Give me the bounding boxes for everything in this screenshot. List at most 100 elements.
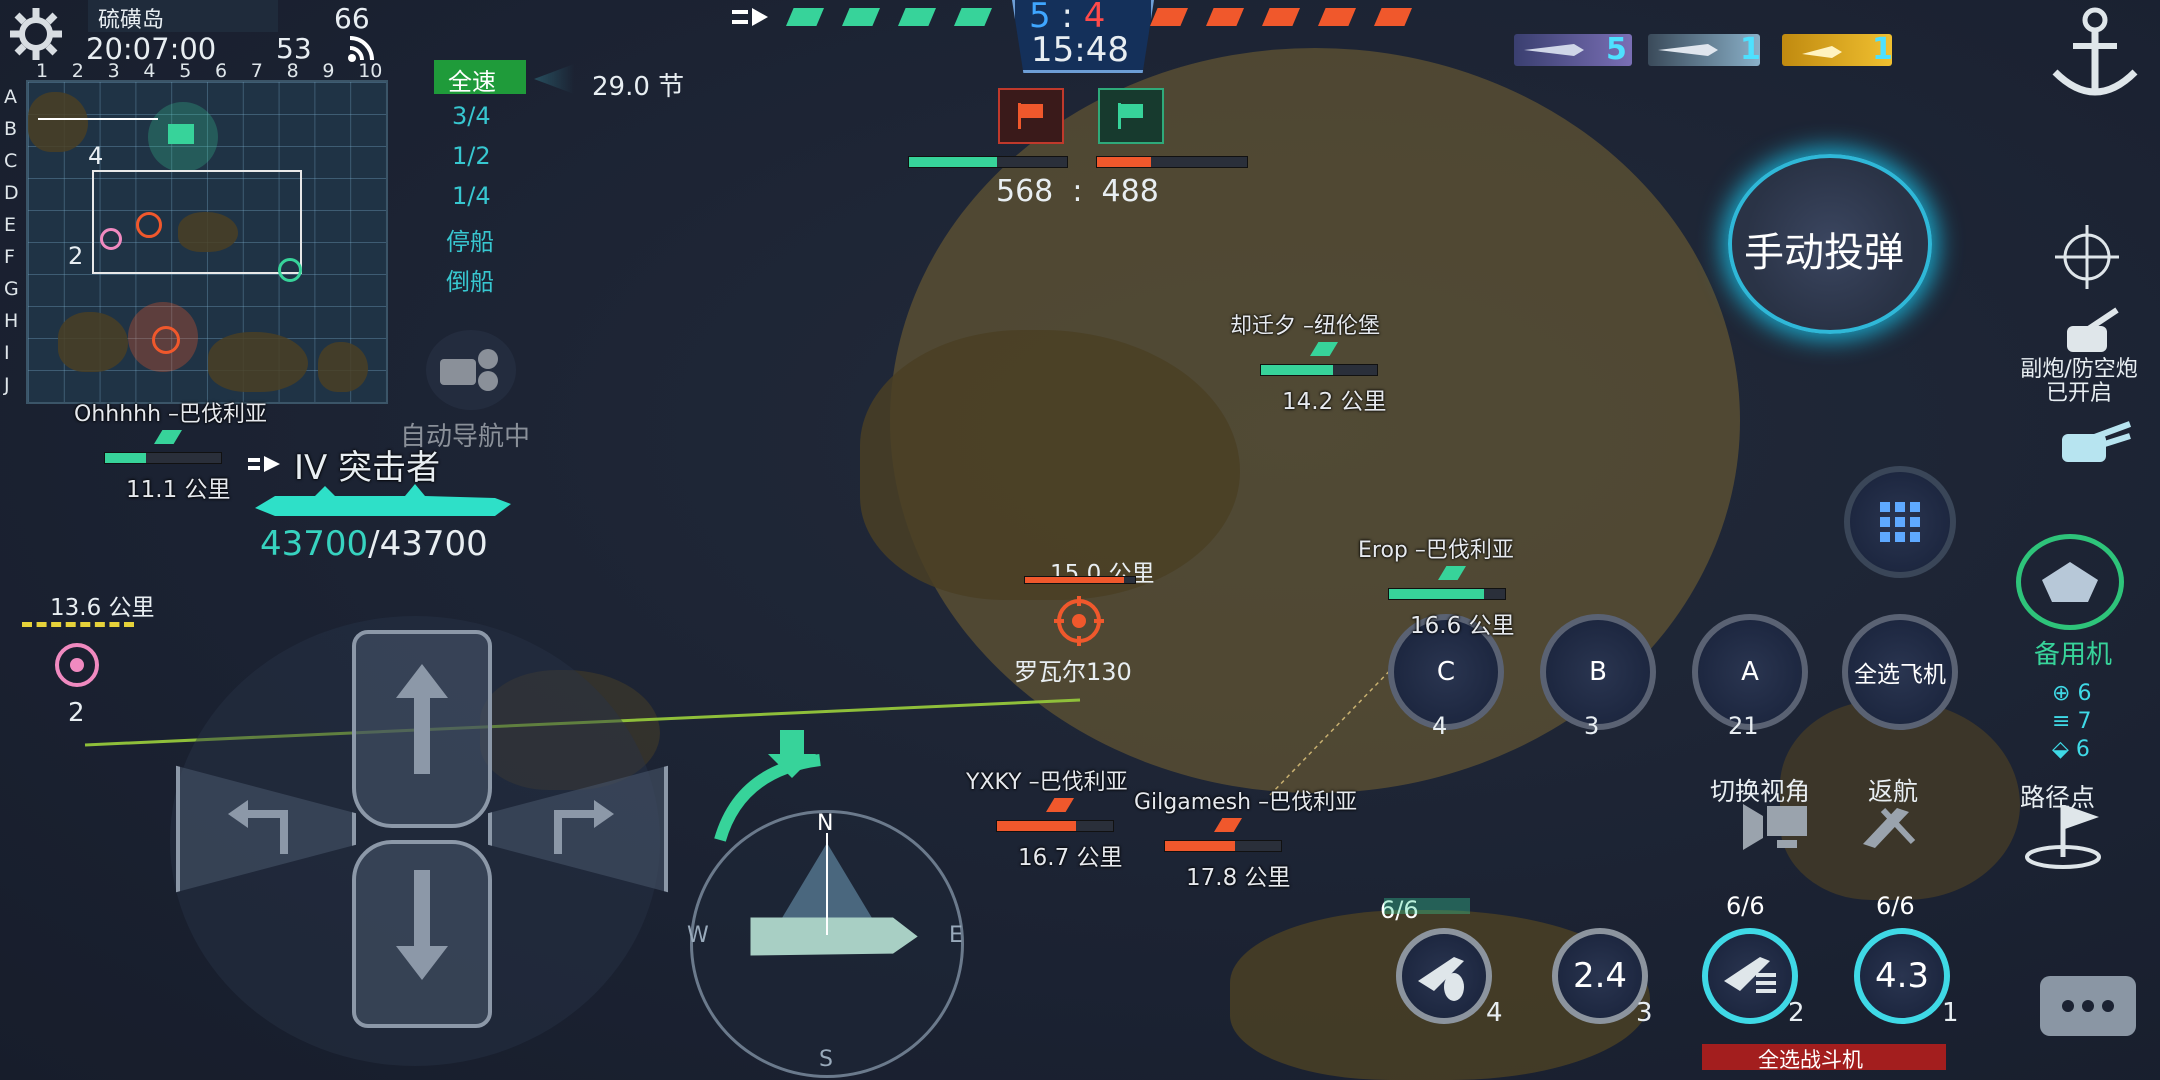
- fighter-plane-icon: [1658, 40, 1718, 60]
- minimap-island: [58, 312, 128, 372]
- speed-full-button[interactable]: 全速: [434, 60, 526, 96]
- enemy-base-flag-icon: [998, 88, 1064, 144]
- minimap-col-label: 8: [286, 60, 299, 82]
- speed-3-4-button[interactable]: 3/4: [452, 102, 491, 130]
- enemy-ship-pip-icon: [1318, 8, 1356, 26]
- plane-slot-2-cooldown: 2.4: [1572, 956, 1628, 996]
- reserve-planes-icon[interactable]: [2016, 534, 2124, 630]
- speed-stop-button[interactable]: 停船: [446, 222, 494, 257]
- plane-slot-3-count: 2: [1788, 998, 1805, 1028]
- return-plane-icon[interactable]: [1850, 796, 1940, 856]
- fighter-count-badge[interactable]: 1: [1648, 32, 1761, 67]
- select-all-fighters-button[interactable]: 全选战斗机: [1702, 1044, 1946, 1072]
- ally-ship-pip-icon: [954, 8, 992, 26]
- bomber-plane-icon: [1524, 40, 1584, 60]
- enemy-ship-marker: [136, 212, 162, 238]
- plane-slot-4-button[interactable]: 4.3: [1854, 928, 1950, 1024]
- chat-icon[interactable]: [2040, 976, 2136, 1036]
- minimap-row-label: C: [4, 150, 18, 172]
- select-all-planes-button[interactable]: 全选飞机: [1842, 614, 1958, 730]
- forward-button[interactable]: [352, 630, 492, 828]
- left-marker-distance: 13.6 公里: [50, 595, 155, 621]
- plane-slot-1-button[interactable]: [1396, 928, 1492, 1024]
- torpedo-plane-icon: [1802, 40, 1842, 60]
- minimap-col-label: 5: [179, 60, 192, 82]
- ship-distance: 16.7 公里: [1018, 845, 1123, 871]
- ship-label[interactable]: Ohhhhh –巴伐利亚 11.1 公里: [74, 396, 334, 506]
- compass-east: E: [949, 923, 963, 948]
- rudder-indicator-icon: [700, 730, 840, 850]
- target-hp-bar: [1024, 576, 1136, 584]
- plane-slot-2-button[interactable]: 2.4: [1552, 928, 1648, 1024]
- target-reticle-icon[interactable]: [1054, 596, 1104, 646]
- ship-name: 却迁夕 –纽伦堡: [1230, 314, 1380, 339]
- ship-hp-bar: [1260, 364, 1378, 376]
- minimap-marker-2: 2: [68, 242, 84, 270]
- minimap-col-label: 7: [250, 60, 263, 82]
- autopilot-camera-icon[interactable]: [426, 330, 516, 410]
- left-marker-bar: [22, 622, 134, 627]
- anchor-menu-icon[interactable]: [2040, 0, 2150, 110]
- arrow-up-icon: [396, 664, 448, 774]
- ship-type-icon: [1214, 818, 1242, 832]
- ally-ships-remaining: [786, 6, 1016, 30]
- ally-points-bar: [908, 156, 1068, 168]
- compass[interactable]: N S E W: [687, 810, 964, 1078]
- turn-right-arrow-icon: [554, 800, 614, 854]
- plane-slot-1-status-bar: [1384, 898, 1470, 914]
- ship-hp-bar: [1164, 840, 1282, 852]
- torpedo-bomber-count-badge[interactable]: 1: [1782, 32, 1893, 67]
- minimap-col-label: 1: [36, 60, 49, 82]
- settings-gear-icon[interactable]: [6, 4, 66, 64]
- enemy-ship-pip-icon: [1374, 8, 1412, 26]
- minimap[interactable]: 4 2: [26, 80, 388, 404]
- minimap-row-header: ABCDEFGHIJ: [0, 82, 22, 402]
- manual-bomb-button[interactable]: 手动投弹: [1728, 154, 1932, 334]
- minimap-island: [28, 92, 88, 152]
- ally-flag-icon: [168, 124, 194, 144]
- speed-reverse-button[interactable]: 倒船: [446, 262, 494, 297]
- ship-label[interactable]: 却迁夕 –纽伦堡 14.2 公里: [1230, 308, 1490, 418]
- enemy-ships-remaining: [1150, 6, 1430, 30]
- plane-slot-3-status: 6/6: [1726, 892, 1765, 920]
- ship-name: Gilgamesh –巴伐利亚: [1134, 790, 1358, 815]
- reserve-counts: ⊕ 6 ≡ 7 ⬙ 6: [2052, 680, 2112, 764]
- switch-view-icon[interactable]: [1740, 796, 1812, 856]
- bomber-count-badge[interactable]: 5: [1514, 32, 1632, 67]
- minimap-row-label: H: [4, 310, 19, 332]
- ship-name: Erop –巴伐利亚: [1358, 538, 1514, 563]
- ship-type-icon: [154, 430, 182, 444]
- left-marker-reticle-icon[interactable]: [52, 640, 102, 690]
- crosshair-target-icon[interactable]: [2052, 222, 2122, 292]
- minimap-col-label: 6: [215, 60, 228, 82]
- enemy-points-bar: [1096, 156, 1248, 168]
- plane-menu-button[interactable]: [1844, 466, 1956, 578]
- secondary-gun-icon[interactable]: [2054, 304, 2124, 364]
- speed-1-4-button[interactable]: 1/4: [452, 182, 491, 210]
- map-name: 硫磺岛: [98, 8, 165, 33]
- speed-1-2-button[interactable]: 1/2: [452, 142, 491, 170]
- backward-button[interactable]: [352, 840, 492, 1028]
- ship-type-icon: [1438, 566, 1466, 580]
- target-name: 罗瓦尔130: [1014, 658, 1132, 686]
- enemy-ship-pip-icon: [1150, 8, 1188, 26]
- compass-rose-icon: [750, 833, 918, 956]
- plane-slot-3-button[interactable]: [1702, 928, 1798, 1024]
- minimap-row-label: D: [4, 182, 19, 204]
- minimap-marker-4: 4: [88, 142, 104, 170]
- arrow-down-icon: [396, 870, 448, 980]
- compass-west: W: [687, 923, 709, 948]
- ally-ship-pip-icon: [842, 8, 880, 26]
- ship-label[interactable]: Erop –巴伐利亚 16.6 公里: [1358, 532, 1618, 642]
- ship-label[interactable]: Gilgamesh –巴伐利亚 17.8 公里: [1134, 784, 1394, 894]
- current-speed: 29.0 节: [592, 72, 685, 102]
- minimap-col-label: 9: [322, 60, 335, 82]
- ship-type-icon: [1046, 798, 1074, 812]
- waypoint-flag-icon[interactable]: [2020, 800, 2110, 870]
- ship-hp-bar: [104, 452, 222, 464]
- ship-distance: 11.1 公里: [126, 477, 231, 503]
- squadron-b-count: 3: [1584, 712, 1600, 740]
- plane-slot-4-cooldown: 4.3: [1874, 956, 1930, 996]
- anti-air-gun-icon[interactable]: [2052, 412, 2132, 472]
- minimap-row-label: I: [4, 342, 10, 364]
